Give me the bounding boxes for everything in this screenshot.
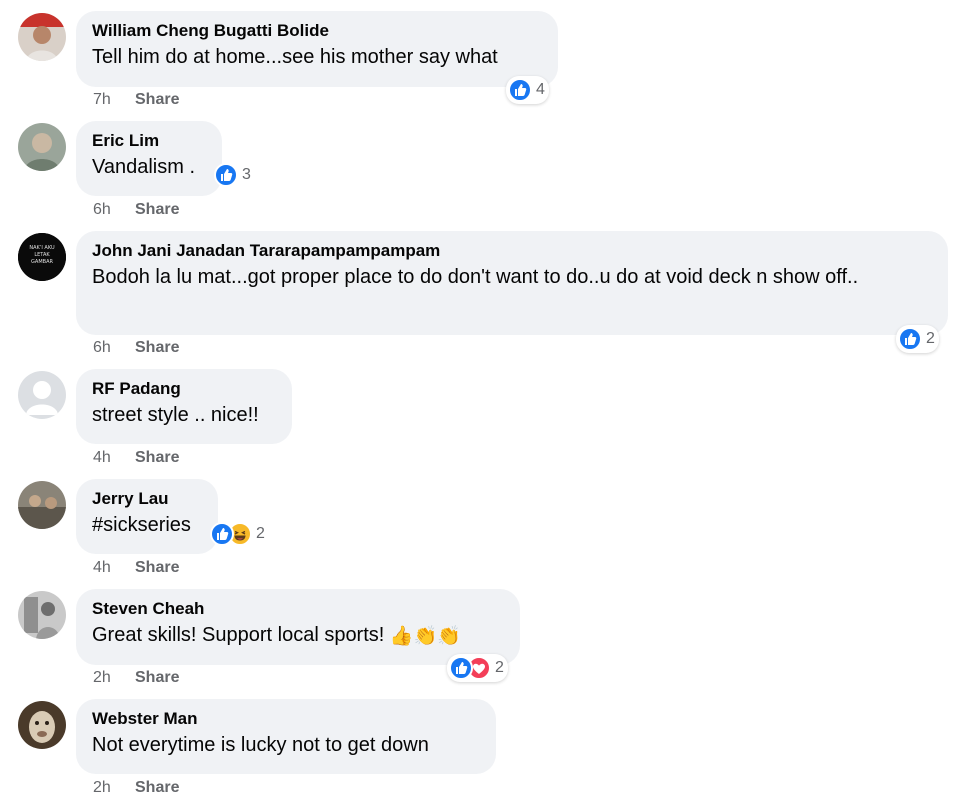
share-link[interactable]: Share xyxy=(135,91,179,108)
comment-time[interactable]: 2h xyxy=(93,779,135,797)
comment-author[interactable]: William Cheng Bugatti Bolide xyxy=(92,20,542,42)
comment-bubble: William Cheng Bugatti Bolide Tell him do… xyxy=(76,11,558,87)
avatar[interactable] xyxy=(18,701,66,749)
comment-bubble: Eric Lim Vandalism . xyxy=(76,121,222,196)
reaction-count: 3 xyxy=(242,166,251,183)
comment-meta: 7h Share xyxy=(93,91,179,109)
comment-text: Not everytime is lucky not to get down xyxy=(92,734,429,756)
share-link[interactable]: Share xyxy=(135,201,179,218)
reaction-count: 2 xyxy=(495,659,504,676)
comment-author[interactable]: RF Padang xyxy=(92,378,276,400)
like-icon xyxy=(214,163,238,187)
comment-text-body: Great skills! Support local sports! xyxy=(92,624,385,646)
reaction-count: 2 xyxy=(926,330,935,347)
reaction-summary[interactable]: 2 xyxy=(896,325,939,353)
comment-time[interactable]: 4h xyxy=(93,559,135,577)
reaction-summary[interactable]: 4 xyxy=(506,76,549,104)
share-link[interactable]: Share xyxy=(135,559,179,576)
like-icon xyxy=(898,327,922,351)
avatar[interactable] xyxy=(18,13,66,61)
comment-time[interactable]: 6h xyxy=(93,201,135,219)
avatar[interactable] xyxy=(18,591,66,639)
comment-time[interactable]: 7h xyxy=(93,91,135,109)
reaction-summary[interactable]: 2 xyxy=(447,654,508,682)
comment-author[interactable]: Jerry Lau xyxy=(92,488,202,510)
comment-bubble: Webster Man Not everytime is lucky not t… xyxy=(76,699,496,774)
like-icon xyxy=(210,522,234,546)
comment-meta: 6h Share xyxy=(93,201,179,219)
avatar[interactable] xyxy=(18,481,66,529)
comment-bubble: Steven Cheah Great skills! Support local… xyxy=(76,589,520,665)
comment-time[interactable]: 4h xyxy=(93,449,135,467)
comment-author[interactable]: Eric Lim xyxy=(92,130,206,152)
comment-meta: 4h Share xyxy=(93,449,179,467)
reaction-summary[interactable]: 3 xyxy=(212,161,255,189)
comment-author[interactable]: John Jani Janadan Tararapampampampam xyxy=(92,240,932,262)
comment-meta: 6h Share xyxy=(93,339,179,357)
share-link[interactable]: Share xyxy=(135,669,179,686)
share-link[interactable]: Share xyxy=(135,449,179,466)
comment-meta: 2h Share xyxy=(93,779,179,797)
avatar-text: NAK’I AKU LETAK GAMBAR xyxy=(29,245,55,265)
comment-text: Vandalism . xyxy=(92,156,196,178)
comment-bubble: Jerry Lau #sickseries xyxy=(76,479,218,554)
comment-time[interactable]: 6h xyxy=(93,339,135,357)
like-icon xyxy=(508,78,532,102)
comment-author[interactable]: Webster Man xyxy=(92,708,480,730)
comment-text: Tell him do at home...see his mother say… xyxy=(92,46,498,68)
comment-meta: 4h Share xyxy=(93,559,179,577)
like-icon xyxy=(449,656,473,680)
comment-text: street style .. nice!! xyxy=(92,404,259,426)
reaction-count: 4 xyxy=(536,81,545,98)
clap-thumbs-emoji: 👍👏👏 xyxy=(389,624,461,647)
comment-text: #sickseries xyxy=(92,514,191,536)
reaction-summary[interactable]: 2 xyxy=(208,520,269,548)
share-link[interactable]: Share xyxy=(135,779,179,796)
comment-time[interactable]: 2h xyxy=(93,669,135,687)
comment-text: Great skills! Support local sports! 👍👏👏 xyxy=(92,620,504,651)
comment-text: Bodoh la lu mat...got proper place to do… xyxy=(92,266,859,288)
avatar[interactable] xyxy=(18,123,66,171)
avatar[interactable]: NAK’I AKU LETAK GAMBAR xyxy=(18,233,66,281)
avatar[interactable] xyxy=(18,371,66,419)
comment-meta: 2h Share xyxy=(93,669,179,687)
reaction-count: 2 xyxy=(256,525,265,542)
comment-author[interactable]: Steven Cheah xyxy=(92,598,504,620)
share-link[interactable]: Share xyxy=(135,339,179,356)
comment-bubble: John Jani Janadan Tararapampampampam Bod… xyxy=(76,231,948,335)
comment-bubble: RF Padang street style .. nice!! xyxy=(76,369,292,444)
